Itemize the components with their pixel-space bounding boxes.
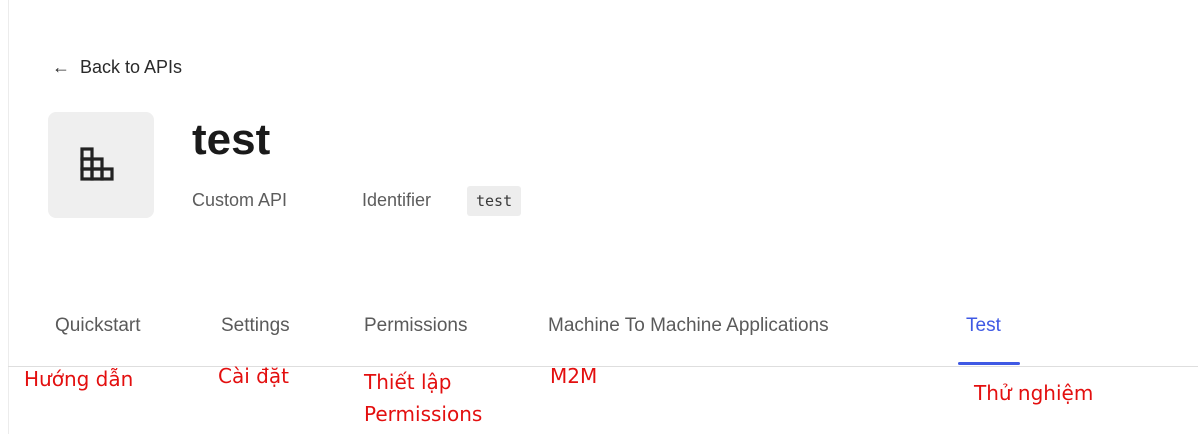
tab-permissions[interactable]: Permissions bbox=[364, 315, 467, 337]
identifier-label: Identifier bbox=[362, 190, 432, 210]
annotation-settings: Cài đặt bbox=[218, 364, 289, 388]
annotation-m2m: M2M bbox=[550, 364, 598, 388]
api-icon-tile bbox=[48, 112, 154, 218]
tab-machine-to-machine-applications[interactable]: Machine To Machine Applications bbox=[548, 315, 829, 337]
annotation-quickstart: Hướng dẫn bbox=[24, 367, 134, 391]
annotation-permissions-line2: Permissions bbox=[364, 402, 483, 426]
grid-blocks-icon bbox=[80, 147, 114, 181]
back-to-apis-link[interactable]: ← Back to APIs bbox=[52, 54, 182, 80]
page-left-border bbox=[8, 0, 9, 434]
tab-settings[interactable]: Settings bbox=[221, 315, 290, 337]
identifier-value-chip: test bbox=[467, 186, 522, 216]
tab-quickstart[interactable]: Quickstart bbox=[55, 315, 141, 337]
arrow-left-icon: ← bbox=[52, 57, 70, 77]
active-tab-indicator bbox=[958, 362, 1020, 365]
api-type-label: Custom API bbox=[192, 190, 288, 210]
annotation-test: Thử nghiệm bbox=[974, 381, 1094, 405]
tab-test[interactable]: Test bbox=[966, 315, 1001, 337]
back-link-label: Back to APIs bbox=[80, 56, 183, 77]
annotation-permissions-line1: Thiết lập bbox=[364, 370, 452, 394]
tabs-divider bbox=[8, 366, 1198, 367]
api-name-title: test bbox=[192, 115, 271, 164]
